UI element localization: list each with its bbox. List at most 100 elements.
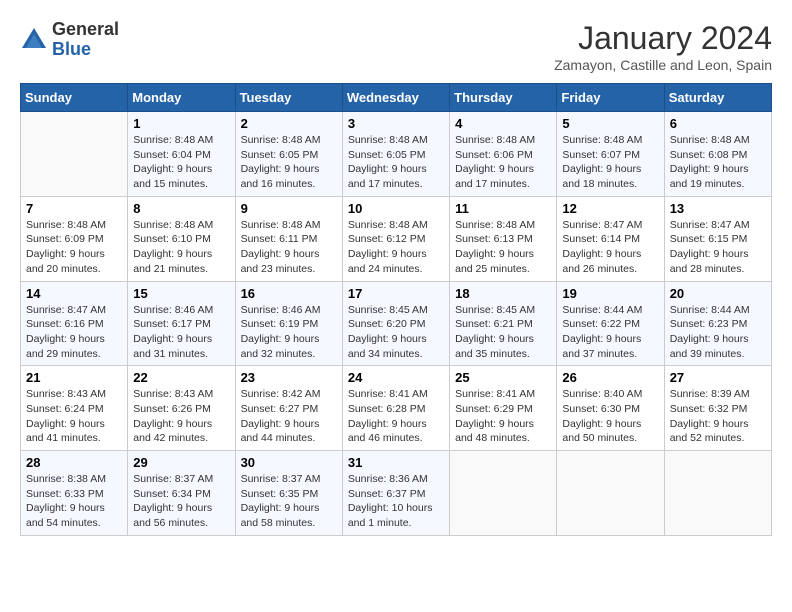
calendar-week-row: 14 Sunrise: 8:47 AMSunset: 6:16 PMDayligh… — [21, 281, 772, 366]
day-info: Sunrise: 8:48 AMSunset: 6:07 PMDaylight:… — [562, 133, 658, 192]
calendar-cell: 26 Sunrise: 8:40 AMSunset: 6:30 PMDayligh… — [557, 366, 664, 451]
calendar-cell: 2 Sunrise: 8:48 AMSunset: 6:05 PMDaylight… — [235, 112, 342, 197]
day-info: Sunrise: 8:36 AMSunset: 6:37 PMDaylight:… — [348, 472, 444, 531]
day-number: 21 — [26, 370, 122, 385]
day-info: Sunrise: 8:37 AMSunset: 6:35 PMDaylight:… — [241, 472, 337, 531]
calendar-cell: 23Sunrise: 8:42 AMSunset: 6:27 PMDayligh… — [235, 366, 342, 451]
day-info: Sunrise: 8:44 AMSunset: 6:22 PMDaylight:… — [562, 303, 658, 362]
weekday-header-cell: Sunday — [21, 84, 128, 112]
logo: General Blue — [20, 20, 119, 60]
day-info: Sunrise: 8:48 AMSunset: 6:04 PMDaylight:… — [133, 133, 229, 192]
logo-general: General — [52, 20, 119, 40]
calendar-cell: 12Sunrise: 8:47 AMSunset: 6:14 PMDayligh… — [557, 196, 664, 281]
day-info: Sunrise: 8:48 AMSunset: 6:11 PMDaylight:… — [241, 218, 337, 277]
title-area: January 2024 Zamayon, Castille and Leon,… — [554, 20, 772, 73]
calendar-cell — [664, 451, 771, 536]
day-number: 30 — [241, 455, 337, 470]
calendar-cell: 6 Sunrise: 8:48 AMSunset: 6:08 PMDaylight… — [664, 112, 771, 197]
calendar-cell: 3Sunrise: 8:48 AMSunset: 6:05 PMDaylight… — [342, 112, 449, 197]
logo-text: General Blue — [52, 20, 119, 60]
day-info: Sunrise: 8:45 AMSunset: 6:21 PMDaylight:… — [455, 303, 551, 362]
day-number: 8 — [133, 201, 229, 216]
day-info: Sunrise: 8:47 AMSunset: 6:14 PMDaylight:… — [562, 218, 658, 277]
calendar-cell: 1 Sunrise: 8:48 AMSunset: 6:04 PMDaylight… — [128, 112, 235, 197]
day-number: 11 — [455, 201, 551, 216]
calendar-cell: 15Sunrise: 8:46 AMSunset: 6:17 PMDayligh… — [128, 281, 235, 366]
day-info: Sunrise: 8:46 AMSunset: 6:19 PMDaylight:… — [241, 303, 337, 362]
day-info: Sunrise: 8:48 AMSunset: 6:05 PMDaylight:… — [348, 133, 444, 192]
month-title: January 2024 — [554, 20, 772, 57]
calendar-cell: 5 Sunrise: 8:48 AMSunset: 6:07 PMDaylight… — [557, 112, 664, 197]
calendar-week-row: 21Sunrise: 8:43 AMSunset: 6:24 PMDayligh… — [21, 366, 772, 451]
calendar-cell: 31Sunrise: 8:36 AMSunset: 6:37 PMDayligh… — [342, 451, 449, 536]
weekday-header-cell: Monday — [128, 84, 235, 112]
day-number: 13 — [670, 201, 766, 216]
day-info: Sunrise: 8:48 AMSunset: 6:13 PMDaylight:… — [455, 218, 551, 277]
calendar-cell: 18 Sunrise: 8:45 AMSunset: 6:21 PMDayligh… — [450, 281, 557, 366]
day-info: Sunrise: 8:42 AMSunset: 6:27 PMDaylight:… — [241, 387, 337, 446]
calendar-cell: 28Sunrise: 8:38 AMSunset: 6:33 PMDayligh… — [21, 451, 128, 536]
page-header: General Blue January 2024 Zamayon, Casti… — [20, 20, 772, 73]
day-number: 29 — [133, 455, 229, 470]
day-info: Sunrise: 8:40 AMSunset: 6:30 PMDaylight:… — [562, 387, 658, 446]
day-info: Sunrise: 8:47 AMSunset: 6:16 PMDaylight:… — [26, 303, 122, 362]
day-number: 27 — [670, 370, 766, 385]
calendar-cell: 16Sunrise: 8:46 AMSunset: 6:19 PMDayligh… — [235, 281, 342, 366]
weekday-header-cell: Friday — [557, 84, 664, 112]
calendar-cell: 10Sunrise: 8:48 AMSunset: 6:12 PMDayligh… — [342, 196, 449, 281]
day-number: 19 — [562, 286, 658, 301]
calendar-week-row: 7Sunrise: 8:48 AMSunset: 6:09 PMDaylight… — [21, 196, 772, 281]
weekday-header-cell: Tuesday — [235, 84, 342, 112]
calendar-cell — [21, 112, 128, 197]
day-number: 20 — [670, 286, 766, 301]
calendar-body: 1 Sunrise: 8:48 AMSunset: 6:04 PMDaylight… — [21, 112, 772, 536]
day-info: Sunrise: 8:48 AMSunset: 6:09 PMDaylight:… — [26, 218, 122, 277]
weekday-header-row: SundayMondayTuesdayWednesdayThursdayFrid… — [21, 84, 772, 112]
day-info: Sunrise: 8:48 AMSunset: 6:12 PMDaylight:… — [348, 218, 444, 277]
day-number: 9 — [241, 201, 337, 216]
day-number: 14 — [26, 286, 122, 301]
day-number: 18 — [455, 286, 551, 301]
day-number: 28 — [26, 455, 122, 470]
calendar-cell: 11 Sunrise: 8:48 AMSunset: 6:13 PMDayligh… — [450, 196, 557, 281]
day-info: Sunrise: 8:47 AMSunset: 6:15 PMDaylight:… — [670, 218, 766, 277]
day-number: 22 — [133, 370, 229, 385]
day-info: Sunrise: 8:48 AMSunset: 6:06 PMDaylight:… — [455, 133, 551, 192]
day-number: 17 — [348, 286, 444, 301]
day-number: 24 — [348, 370, 444, 385]
calendar-cell: 29Sunrise: 8:37 AMSunset: 6:34 PMDayligh… — [128, 451, 235, 536]
weekday-header-cell: Saturday — [664, 84, 771, 112]
logo-icon — [20, 26, 48, 54]
calendar-cell: 17Sunrise: 8:45 AMSunset: 6:20 PMDayligh… — [342, 281, 449, 366]
day-number: 6 — [670, 116, 766, 131]
day-info: Sunrise: 8:48 AMSunset: 6:08 PMDaylight:… — [670, 133, 766, 192]
day-number: 4 — [455, 116, 551, 131]
calendar-cell: 7Sunrise: 8:48 AMSunset: 6:09 PMDaylight… — [21, 196, 128, 281]
day-number: 1 — [133, 116, 229, 131]
calendar-cell: 20 Sunrise: 8:44 AMSunset: 6:23 PMDayligh… — [664, 281, 771, 366]
day-info: Sunrise: 8:43 AMSunset: 6:26 PMDaylight:… — [133, 387, 229, 446]
calendar-cell: 4 Sunrise: 8:48 AMSunset: 6:06 PMDaylight… — [450, 112, 557, 197]
weekday-header-cell: Wednesday — [342, 84, 449, 112]
day-info: Sunrise: 8:48 AMSunset: 6:05 PMDaylight:… — [241, 133, 337, 192]
weekday-header-cell: Thursday — [450, 84, 557, 112]
day-info: Sunrise: 8:41 AMSunset: 6:29 PMDaylight:… — [455, 387, 551, 446]
calendar-cell — [557, 451, 664, 536]
calendar-cell: 8 Sunrise: 8:48 AMSunset: 6:10 PMDaylight… — [128, 196, 235, 281]
calendar-cell: 30 Sunrise: 8:37 AMSunset: 6:35 PMDayligh… — [235, 451, 342, 536]
day-number: 25 — [455, 370, 551, 385]
calendar-cell: 22 Sunrise: 8:43 AMSunset: 6:26 PMDayligh… — [128, 366, 235, 451]
day-info: Sunrise: 8:39 AMSunset: 6:32 PMDaylight:… — [670, 387, 766, 446]
calendar-table: SundayMondayTuesdayWednesdayThursdayFrid… — [20, 83, 772, 536]
day-info: Sunrise: 8:44 AMSunset: 6:23 PMDaylight:… — [670, 303, 766, 362]
calendar-week-row: 1 Sunrise: 8:48 AMSunset: 6:04 PMDaylight… — [21, 112, 772, 197]
day-number: 26 — [562, 370, 658, 385]
day-number: 5 — [562, 116, 658, 131]
day-info: Sunrise: 8:41 AMSunset: 6:28 PMDaylight:… — [348, 387, 444, 446]
calendar-cell: 27 Sunrise: 8:39 AMSunset: 6:32 PMDayligh… — [664, 366, 771, 451]
calendar-cell: 14 Sunrise: 8:47 AMSunset: 6:16 PMDayligh… — [21, 281, 128, 366]
calendar-cell — [450, 451, 557, 536]
day-number: 15 — [133, 286, 229, 301]
day-info: Sunrise: 8:48 AMSunset: 6:10 PMDaylight:… — [133, 218, 229, 277]
day-number: 2 — [241, 116, 337, 131]
